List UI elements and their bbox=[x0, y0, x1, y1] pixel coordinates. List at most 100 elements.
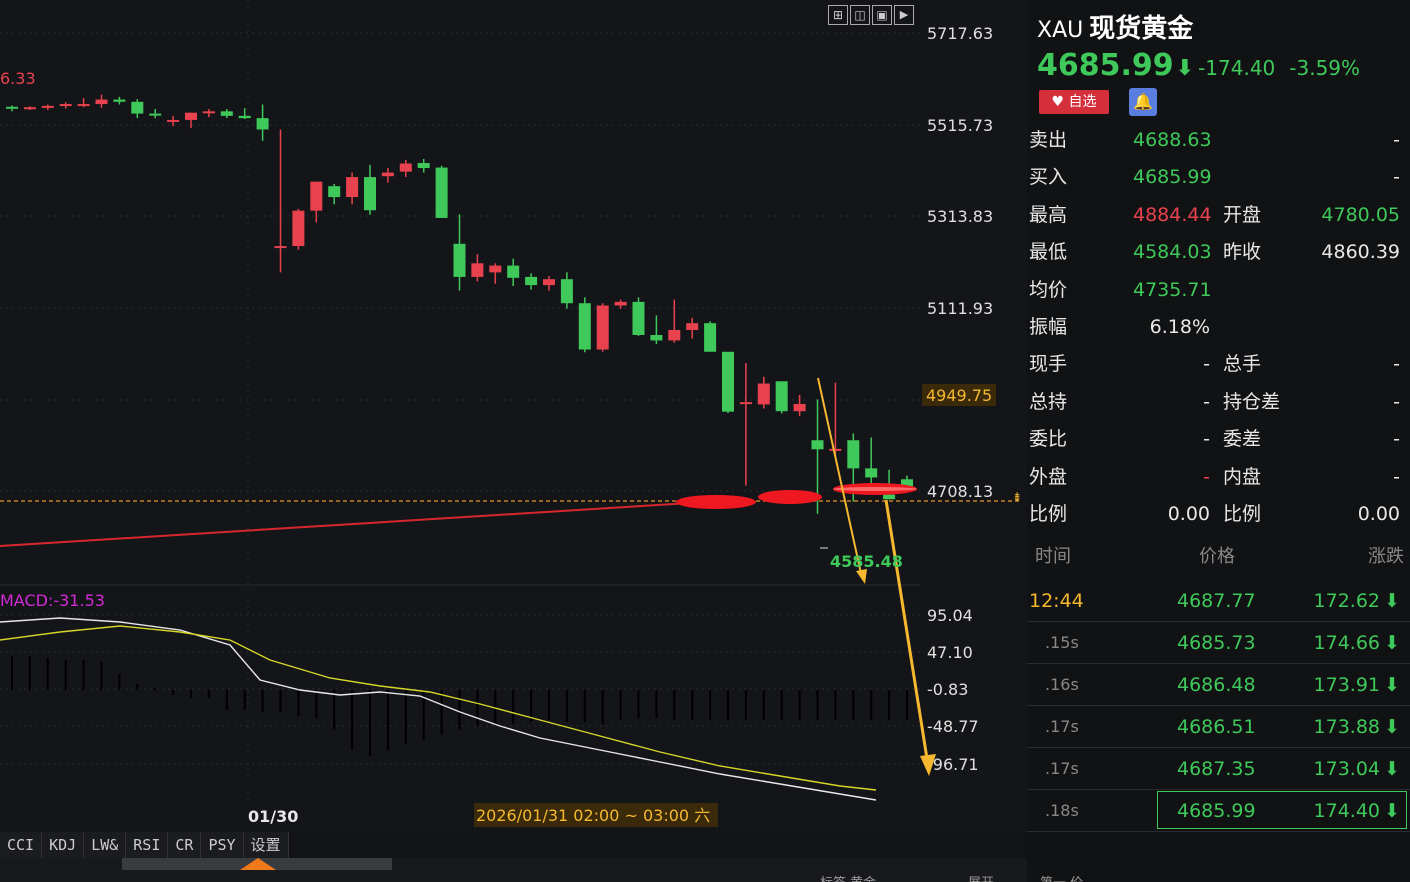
macd-bar bbox=[798, 690, 801, 720]
tick-change: 173.88 bbox=[1313, 716, 1380, 738]
stat-value: - bbox=[1203, 390, 1210, 413]
col-time: 时间 bbox=[1035, 546, 1071, 567]
macd-bar bbox=[28, 656, 31, 690]
stat-label-2: 昨收 bbox=[1223, 241, 1262, 264]
tick-price: 4686.48 bbox=[1177, 674, 1256, 696]
bottom-first: 第一 价 bbox=[1040, 872, 1083, 882]
candle-body bbox=[525, 276, 538, 286]
down-arrow-icon: ⬇ bbox=[1384, 758, 1400, 780]
time-range-label: 2026/01/31 02:00 ~ 03:00 六 bbox=[476, 806, 710, 825]
candle-body bbox=[364, 177, 376, 211]
macd-bar bbox=[762, 690, 765, 720]
candle-body bbox=[131, 101, 144, 114]
favorite-button[interactable]: ♥ 自选 bbox=[1039, 90, 1109, 114]
candle-body bbox=[722, 351, 734, 412]
quote-panel: XAU 现货黄金 4685.99⬇ -174.40 -3.59% ♥ 自选 🔔 卖出 4… bbox=[1027, 0, 1410, 882]
candle-body bbox=[59, 104, 72, 107]
candle-body bbox=[560, 279, 573, 304]
chart-toolbar: ⊞ ◫ ▣ ▶ bbox=[828, 5, 914, 25]
stat-value-2: - bbox=[1393, 353, 1400, 376]
candle-body bbox=[650, 334, 663, 341]
candle-body bbox=[811, 440, 824, 450]
layout-3-icon[interactable]: ▣ bbox=[872, 5, 892, 25]
stat-value: 4685.99 bbox=[1133, 166, 1212, 189]
stat-value-2: - bbox=[1393, 428, 1400, 451]
stat-row: 卖出 4688.63 - bbox=[1027, 122, 1410, 159]
candle-body bbox=[238, 115, 251, 119]
macd-bar bbox=[225, 690, 228, 710]
stat-value: - bbox=[1203, 465, 1210, 488]
macd-axis-label: 95.04 bbox=[927, 606, 973, 625]
tick-table-header: 时间 价格 涨跌 bbox=[1027, 540, 1410, 574]
layout-1-icon[interactable]: ⊞ bbox=[828, 5, 848, 25]
stat-row: 买入 4685.99 - bbox=[1027, 159, 1410, 196]
stat-value-2: 4780.05 bbox=[1321, 203, 1400, 226]
tick-row: .17s 4686.51 173.88 ⬇ bbox=[1027, 706, 1410, 748]
tab-cr[interactable]: CR bbox=[168, 832, 202, 858]
macd-bar bbox=[512, 690, 515, 724]
tick-change: 173.04 bbox=[1313, 758, 1380, 780]
stat-label-2: 内盘 bbox=[1223, 465, 1262, 488]
tab-psy[interactable]: PSY bbox=[201, 832, 244, 858]
tab-lw[interactable]: LW& bbox=[84, 832, 127, 858]
tab-settings[interactable]: 设置 bbox=[243, 832, 289, 858]
tick-row: .16s 4686.48 173.91 ⬇ bbox=[1027, 664, 1410, 706]
price-line: 4685.99⬇ -174.40 -3.59% bbox=[1037, 48, 1360, 83]
tick-price: 4685.73 bbox=[1177, 632, 1256, 654]
macd-bar bbox=[190, 690, 192, 698]
macd-bar bbox=[100, 662, 103, 690]
stat-label: 总持 bbox=[1029, 390, 1068, 413]
support-marker bbox=[676, 495, 756, 509]
macd-label: MACD:-31.53 bbox=[0, 591, 105, 610]
tab-kdj[interactable]: KDJ bbox=[42, 832, 85, 858]
stat-row: 现手 - 总手 - bbox=[1027, 346, 1410, 383]
bottom-expand[interactable]: 展开 bbox=[968, 872, 994, 882]
tick-change: 173.91 bbox=[1313, 674, 1380, 696]
macd-bar bbox=[619, 690, 622, 720]
macd-bar bbox=[673, 690, 676, 720]
candle-body bbox=[632, 301, 645, 335]
macd-bar bbox=[870, 690, 873, 720]
stat-value-2: - bbox=[1393, 465, 1400, 488]
tab-rsi[interactable]: RSI bbox=[126, 832, 169, 858]
alert-bell-icon[interactable]: 🔔 bbox=[1129, 88, 1157, 116]
down-arrow-icon: ⬇ bbox=[1384, 674, 1400, 696]
stat-value-2: - bbox=[1393, 129, 1400, 151]
low-price-label: 4585.48 bbox=[830, 552, 903, 571]
layout-2-icon[interactable]: ◫ bbox=[850, 5, 870, 25]
col-change: 涨跌 bbox=[1368, 546, 1404, 567]
stat-value: 4884.44 bbox=[1133, 203, 1212, 226]
macd-bar bbox=[458, 690, 461, 730]
candle-body bbox=[256, 118, 269, 130]
candle-body bbox=[77, 104, 90, 107]
app-root: ⇟ 5717.63 5515.73 5313.83 5111.93 4949.75 470… bbox=[0, 0, 1410, 882]
macd-bar bbox=[565, 690, 568, 722]
price-axis-label: 4949.75 bbox=[926, 386, 992, 405]
macd-bar bbox=[583, 690, 586, 722]
candle-body bbox=[435, 167, 448, 218]
stat-value-2: - bbox=[1393, 390, 1400, 413]
stat-row: 外盘 - 内盘 - bbox=[1027, 459, 1410, 496]
candle-body bbox=[167, 119, 180, 122]
macd-bar bbox=[691, 690, 694, 720]
price-chart[interactable]: ⇟ 5717.63 5515.73 5313.83 5111.93 4949.75 470… bbox=[0, 0, 1027, 832]
stat-label-2: 总手 bbox=[1223, 353, 1262, 376]
support-marker-highlight bbox=[833, 487, 917, 491]
tick-change: 174.66 bbox=[1313, 632, 1380, 654]
tab-cci[interactable]: CCI bbox=[0, 832, 43, 858]
candle-body bbox=[757, 383, 770, 405]
scroll-marker-icon[interactable] bbox=[240, 858, 276, 870]
macd-bar bbox=[46, 658, 49, 690]
down-arrow-icon: ⬇ bbox=[1384, 590, 1400, 612]
symbol-name: 现货黄金 bbox=[1089, 14, 1194, 44]
stat-label-2: 持仓差 bbox=[1223, 390, 1281, 413]
play-icon[interactable]: ▶ bbox=[894, 5, 914, 25]
candle-body bbox=[883, 494, 896, 500]
candle-body bbox=[829, 448, 842, 451]
macd-bar bbox=[333, 690, 336, 730]
tick-change: 172.62 bbox=[1313, 590, 1380, 612]
candle-body bbox=[453, 243, 466, 277]
candle-body bbox=[739, 402, 752, 405]
stat-label: 振幅 bbox=[1029, 316, 1068, 338]
macd-bar bbox=[172, 690, 175, 695]
